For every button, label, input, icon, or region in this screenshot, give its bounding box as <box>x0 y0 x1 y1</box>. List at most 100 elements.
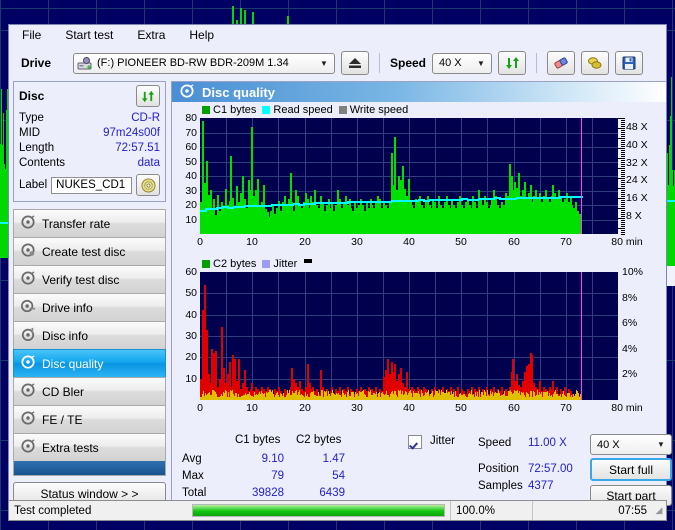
disc-panel-header: Disc <box>19 85 160 107</box>
test-speed-select[interactable]: 40 X ▼ <box>590 434 672 455</box>
legend-label-c2: C2 bytes <box>213 258 257 270</box>
y2-tick-label: 10% <box>622 266 644 278</box>
resize-grip[interactable]: ◢ <box>652 501 666 520</box>
legend-swatch-write-speed <box>338 106 347 114</box>
x-tick-label: 30 <box>351 236 363 248</box>
legend-swatch-jitter <box>262 260 271 268</box>
menu-bar: File Start test Extra Help <box>9 25 666 45</box>
y-tick-label: 40 <box>185 170 197 182</box>
sidebar-item-disc-quality[interactable]: Disc quality <box>13 349 166 377</box>
save-button[interactable] <box>615 51 644 75</box>
stats-col-header-c1: C1 bytes <box>235 434 281 446</box>
legend-label-write-speed: Write speed <box>349 104 409 116</box>
refresh-button[interactable] <box>498 51 527 75</box>
x-tick-label: 50 <box>455 402 467 414</box>
toolbar-separator-2 <box>536 53 538 73</box>
disc-verify-icon <box>21 271 35 288</box>
gridline-h <box>200 336 618 337</box>
x-tick-label: 20 <box>299 236 311 248</box>
sidebar-item-transfer-rate[interactable]: Transfer rate <box>13 209 166 237</box>
drive-toolbar: Drive (F:) PIONEER BD-RW BDR-209M 1.34 ▼… <box>9 45 666 81</box>
disc-label-input[interactable]: NUKES_CD1 <box>51 176 132 194</box>
y-tick-label: 10 <box>185 373 197 385</box>
legend-swatch-c2 <box>202 260 210 268</box>
disc-row-value: 97m24s00f <box>103 127 160 139</box>
y2-tick-label: 32 X <box>626 157 648 169</box>
chevron-down-icon[interactable]: ▼ <box>473 59 489 68</box>
menu-item-extra[interactable]: Extra <box>134 27 168 43</box>
stats-value-avg-c1: 9.10 <box>261 453 284 465</box>
chevron-down-icon[interactable]: ▼ <box>316 59 332 68</box>
disc-row-key: MID <box>19 127 41 139</box>
c2-plot-area[interactable] <box>200 272 618 400</box>
sidebar-item-fe-te[interactable]: FE / TE <box>13 405 166 433</box>
sidebar-item-disc-info[interactable]: Disc info <box>13 321 166 349</box>
disc-row-value: data <box>137 157 160 169</box>
bg-left-readspeed <box>0 222 8 224</box>
menu-item-start-test[interactable]: Start test <box>62 27 116 43</box>
disc-fete-icon <box>21 411 35 428</box>
c1-chart[interactable]: C1 bytes Read speed Write speed 10 20 30 40… <box>172 102 666 257</box>
x-tick-label: 20 <box>299 402 311 414</box>
chevron-down-icon[interactable]: ▼ <box>653 440 669 449</box>
stats-value-samples: 4377 <box>528 480 554 492</box>
sidebar-item-label: Extra tests <box>42 440 99 455</box>
speed-label: Speed <box>390 56 427 70</box>
coins-icon <box>588 57 602 69</box>
y2-tick-label: 2% <box>622 368 638 380</box>
stats-row-label-total: Total <box>182 487 207 499</box>
y-tick-label: 30 <box>185 185 197 197</box>
disc-icon <box>140 177 156 193</box>
y2-tick-label: 4% <box>622 343 638 355</box>
left-sidebar: Disc Type CD-R MID 97m24s00f Length 72:5… <box>9 81 169 520</box>
status-message: Test completed <box>14 504 92 517</box>
cursor-line <box>581 118 582 234</box>
legend-swatch-c1 <box>202 106 210 114</box>
sidebar-item-drive-info[interactable]: Drive info <box>13 293 166 321</box>
x-tick-label: 0 <box>197 236 203 248</box>
stats-value-avg-c2: 1.47 <box>322 453 345 465</box>
menu-item-file[interactable]: File <box>19 27 44 43</box>
sidebar-item-cd-bler[interactable]: CD Bler <box>13 377 166 405</box>
sidebar-item-label: Drive info <box>42 300 93 315</box>
page-title: Disc quality <box>202 84 275 100</box>
gridline-h <box>200 147 618 148</box>
jitter-checkbox[interactable] <box>408 435 422 449</box>
y2-tick-label: 16 X <box>626 192 648 204</box>
refresh-icon <box>141 90 155 102</box>
menu-item-help[interactable]: Help <box>186 27 217 43</box>
disc-row-mid: MID 97m24s00f <box>19 126 160 141</box>
sidebar-item-verify-test-disc[interactable]: Verify test disc <box>13 265 166 293</box>
speed-value: 40 X <box>439 57 462 69</box>
coins-button[interactable] <box>581 51 610 75</box>
sidebar-item-create-test-disc[interactable]: Create test disc <box>13 237 166 265</box>
eject-button[interactable] <box>341 51 369 75</box>
start-full-button[interactable]: Start full <box>590 458 672 481</box>
c1-plot-area[interactable] <box>200 118 618 234</box>
refresh-icon <box>505 57 519 69</box>
y-tick-label: 60 <box>185 266 197 278</box>
stats-value-max-c2: 54 <box>332 470 345 482</box>
disc-label-button[interactable] <box>136 174 160 196</box>
x-tick-label: 80 min <box>611 236 643 248</box>
speed-select[interactable]: 40 X ▼ <box>432 52 493 74</box>
sidebar-item-label: FE / TE <box>42 412 83 427</box>
application-window: File Start test Extra Help Drive (F:) PI… <box>8 24 672 521</box>
y2-tick-label: 24 X <box>626 174 648 186</box>
sidebar-item-label: Disc info <box>42 328 89 343</box>
y-tick-label: 20 <box>185 351 197 363</box>
sidebar-item-extra-tests[interactable]: Extra tests <box>13 433 166 461</box>
eraser-button[interactable] <box>547 51 576 75</box>
disc-quality-icon <box>21 355 35 372</box>
gridline-h <box>200 293 618 294</box>
save-disk-icon <box>622 56 636 70</box>
legend-label-read-speed: Read speed <box>273 104 333 116</box>
disc-refresh-button[interactable] <box>136 85 160 107</box>
x-tick-label: 40 <box>403 402 415 414</box>
sidebar-item-label: Transfer rate <box>42 216 111 231</box>
disc-row-key: Type <box>19 112 44 124</box>
gridline-h <box>200 357 618 358</box>
drive-select[interactable]: (F:) PIONEER BD-RW BDR-209M 1.34 ▼ <box>73 52 335 74</box>
y-tick-label: 50 <box>185 287 197 299</box>
c2-chart[interactable]: C2 bytes Jitter 10 20 30 40 50 60 0 10 20 30 40 50 6… <box>172 257 666 432</box>
